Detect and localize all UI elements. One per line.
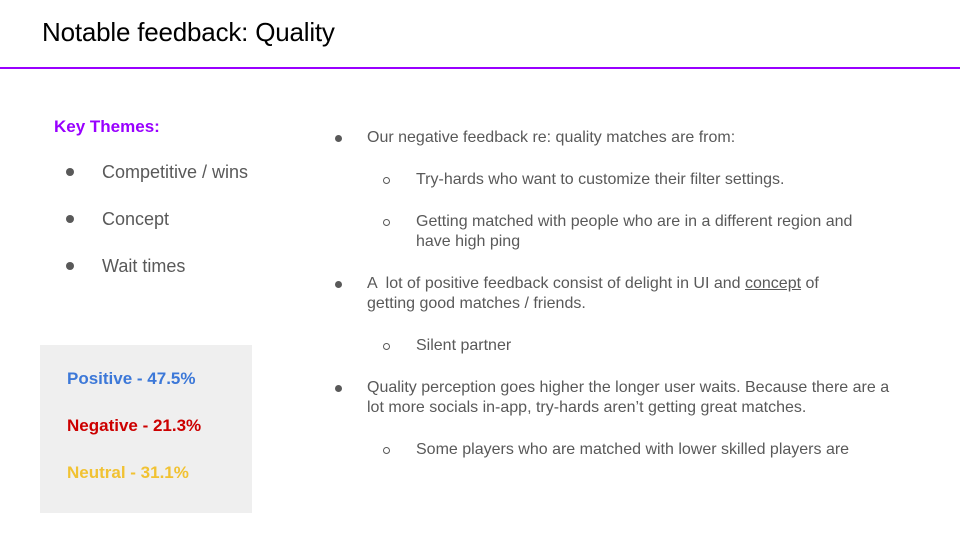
feedback-text: Our negative feedback re: quality matche… (367, 129, 736, 146)
feedback-text: Quality perception goes higher the longe… (367, 379, 890, 416)
feedback-bullet: A lot of positive feedback consist of de… (334, 274, 914, 314)
bullet-icon (335, 281, 342, 288)
neutral-stat: Neutral - 31.1% (67, 463, 189, 482)
bullet-icon (335, 135, 342, 142)
theme-label: Concept (102, 209, 170, 229)
positive-stat: Positive - 47.5% (67, 369, 196, 388)
feedback-sub-bullet: Try-hards who want to customize their fi… (334, 170, 914, 190)
concept-underlined: concept (745, 275, 802, 292)
key-themes-list: Competitive / wins Concept Wait times (66, 160, 248, 301)
feedback-sub-text: Some players who are matched with lower … (416, 441, 850, 458)
feedback-list: Our negative feedback re: quality matche… (334, 128, 914, 460)
bullet-icon (335, 385, 342, 392)
sentiment-box: Positive - 47.5% Negative - 21.3% Neutra… (40, 345, 252, 513)
hollow-bullet-icon (383, 447, 390, 454)
feedback-sub-text: Try-hards who want to customize their fi… (416, 171, 785, 188)
theme-label: Competitive / wins (102, 162, 249, 182)
feedback-sub-text: Getting matched with people who are in a… (416, 213, 853, 250)
feedback-sub-bullet: Getting matched with people who are in a… (334, 212, 914, 252)
hollow-bullet-icon (383, 177, 390, 184)
title-divider (0, 67, 960, 69)
negative-stat: Negative - 21.3% (67, 416, 202, 435)
theme-label: Wait times (102, 256, 186, 276)
feedback-sub-text: Silent partner (416, 337, 512, 354)
theme-item: Concept (66, 207, 248, 254)
feedback-sub-bullet: Some players who are matched with lower … (334, 440, 914, 460)
bullet-icon (66, 215, 74, 223)
key-themes-heading: Key Themes: (54, 117, 160, 136)
hollow-bullet-icon (383, 219, 390, 226)
bullet-icon (66, 262, 74, 270)
bullet-icon (66, 168, 74, 176)
slide-title: Notable feedback: Quality (42, 17, 335, 47)
hollow-bullet-icon (383, 343, 390, 350)
theme-item: Competitive / wins (66, 160, 248, 207)
feedback-bullet: Our negative feedback re: quality matche… (334, 128, 914, 148)
feedback-bullet: Quality perception goes higher the longe… (334, 378, 914, 418)
feedback-text-before: A lot of positive feedback consist of de… (367, 275, 745, 292)
theme-item: Wait times (66, 254, 248, 301)
feedback-sub-bullet: Silent partner (334, 336, 914, 356)
